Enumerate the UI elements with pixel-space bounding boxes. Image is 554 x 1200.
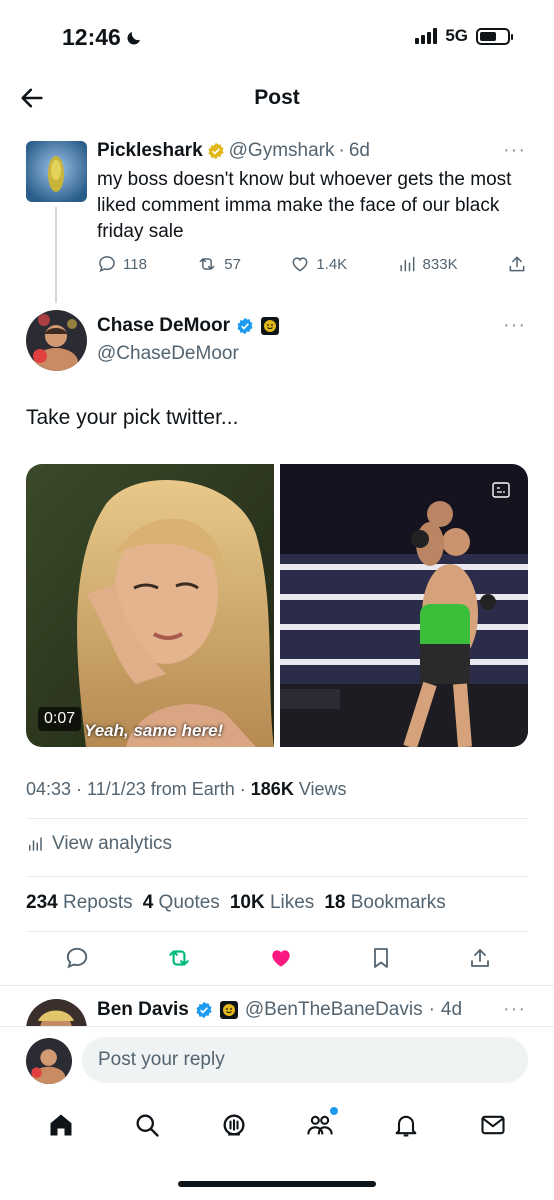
gold-verified-icon: [208, 142, 224, 160]
signal-icon: [415, 28, 438, 44]
analytics-icon: [399, 256, 414, 272]
ben-avatar[interactable]: [26, 999, 87, 1026]
post-author-name[interactable]: Chase DeMoor: [97, 315, 230, 337]
bookmarks-stat[interactable]: 18 Bookmarks: [324, 892, 445, 914]
battery-icon: [476, 27, 513, 45]
parent-header: Pickleshark @Gymshark · 6d: [97, 140, 370, 162]
home-icon[interactable]: [47, 1111, 75, 1139]
affiliate-badge-icon: [219, 1001, 238, 1019]
communities-icon: [307, 1115, 333, 1135]
chase-avatar[interactable]: [26, 310, 87, 371]
mail-icon[interactable]: [479, 1111, 507, 1139]
reply-icon[interactable]: [64, 945, 90, 971]
video-thumbnail-right: [280, 464, 528, 747]
video-right[interactable]: [280, 464, 528, 747]
clock-text: 12:46: [62, 24, 121, 50]
reposts-stat[interactable]: 234 Reposts: [26, 892, 133, 914]
reply-input[interactable]: Post your reply: [82, 1037, 528, 1083]
likes-stat[interactable]: 10K Likes: [230, 892, 315, 914]
thread-line: [55, 207, 57, 303]
post-meta: 04:33 · 11/1/23 from Earth · 186K Views: [26, 779, 347, 800]
divider: [26, 931, 528, 932]
page-title: Post: [254, 86, 300, 109]
divider: [26, 818, 528, 819]
parent-age: 6d: [348, 140, 370, 161]
reply-button[interactable]: 118: [97, 254, 147, 274]
reply-more-icon[interactable]: ···: [503, 998, 526, 1021]
parent-text: my boss doesn't know but whoever gets th…: [97, 169, 512, 242]
repost-icon: [199, 258, 215, 270]
engagement-stats: 234 Reposts 4 Quotes 10K Likes 18 Bookma…: [26, 892, 446, 914]
video-caption: Yeah, same here!: [84, 721, 224, 740]
status-indicators: 5G: [415, 26, 513, 46]
parent-handle: @Gymshark: [228, 140, 335, 161]
media-grid: 0:07 Yeah, same here!: [26, 464, 528, 747]
search-icon[interactable]: [133, 1111, 161, 1139]
verified-icon: [196, 1001, 212, 1019]
parent-name[interactable]: Pickleshark: [97, 140, 203, 162]
status-time: 12:46: [62, 24, 143, 51]
moon-icon: [127, 31, 140, 45]
reply-header: Ben Davis @BenTheBaneDavis · 4d: [97, 999, 463, 1021]
parent-actions: 118 57 1.4K 833K: [97, 254, 527, 274]
parent-more-icon[interactable]: ···: [503, 139, 526, 162]
affiliate-badge-icon: [261, 317, 280, 335]
video-left[interactable]: 0:07 Yeah, same here!: [26, 464, 274, 747]
verified-icon: [237, 317, 253, 335]
like-count: 1.4K: [316, 255, 348, 273]
quotes-stat[interactable]: 4 Quotes: [143, 892, 220, 914]
reply-author-handle: @BenTheBaneDavis: [244, 999, 423, 1020]
video-thumbnail-left: [26, 464, 274, 747]
network-label: 5G: [445, 26, 468, 45]
post-author-handle: @ChaseDeMoor: [97, 343, 239, 364]
repost-icon[interactable]: [165, 945, 193, 971]
share-icon[interactable]: [468, 945, 492, 971]
bottom-tab-bar: [0, 1100, 554, 1150]
post-action-bar: [64, 945, 492, 971]
home-indicator: [178, 1181, 376, 1187]
share-icon[interactable]: [507, 254, 527, 274]
reply-age: 4d: [440, 999, 463, 1020]
reply-author-name[interactable]: Ben Davis: [97, 999, 189, 1021]
repost-button[interactable]: 57: [196, 254, 241, 274]
reply-icon: [99, 256, 115, 272]
analytics-icon: [29, 837, 42, 851]
post-views-count: 186K: [250, 779, 294, 799]
my-avatar[interactable]: [26, 1038, 72, 1084]
post-text: Take your pick twitter...: [26, 406, 239, 429]
bell-icon[interactable]: [392, 1111, 420, 1139]
views-count: 833K: [422, 255, 458, 273]
view-analytics-button[interactable]: View analytics: [26, 833, 172, 855]
communities-tab[interactable]: [306, 1107, 339, 1139]
heart-filled-icon[interactable]: [268, 945, 294, 971]
reply-placeholder: Post your reply: [98, 1049, 225, 1070]
like-button[interactable]: 1.4K: [290, 254, 347, 274]
views-button[interactable]: 833K: [397, 254, 458, 274]
captions-icon[interactable]: [492, 482, 510, 498]
pickleshark-avatar[interactable]: [26, 141, 87, 202]
video-duration: 0:07: [38, 707, 82, 731]
reply-count: 118: [123, 255, 147, 273]
view-analytics-label: View analytics: [52, 833, 173, 854]
heart-icon: [292, 257, 308, 272]
divider: [26, 876, 528, 877]
bookmark-icon[interactable]: [369, 945, 393, 971]
post-views-label: Views: [293, 779, 347, 799]
repost-count: 57: [224, 255, 241, 273]
post-timestamp: 04:33 · 11/1/23 from Earth ·: [26, 779, 251, 799]
grok-icon[interactable]: [220, 1111, 248, 1139]
reply-composer: Post your reply: [0, 1026, 554, 1094]
reply-row[interactable]: Ben Davis @BenTheBaneDavis · 4d ···: [0, 986, 554, 1026]
post-header: Chase DeMoor: [97, 315, 280, 337]
post-more-icon[interactable]: ···: [503, 314, 526, 337]
notification-dot: [330, 1107, 339, 1115]
